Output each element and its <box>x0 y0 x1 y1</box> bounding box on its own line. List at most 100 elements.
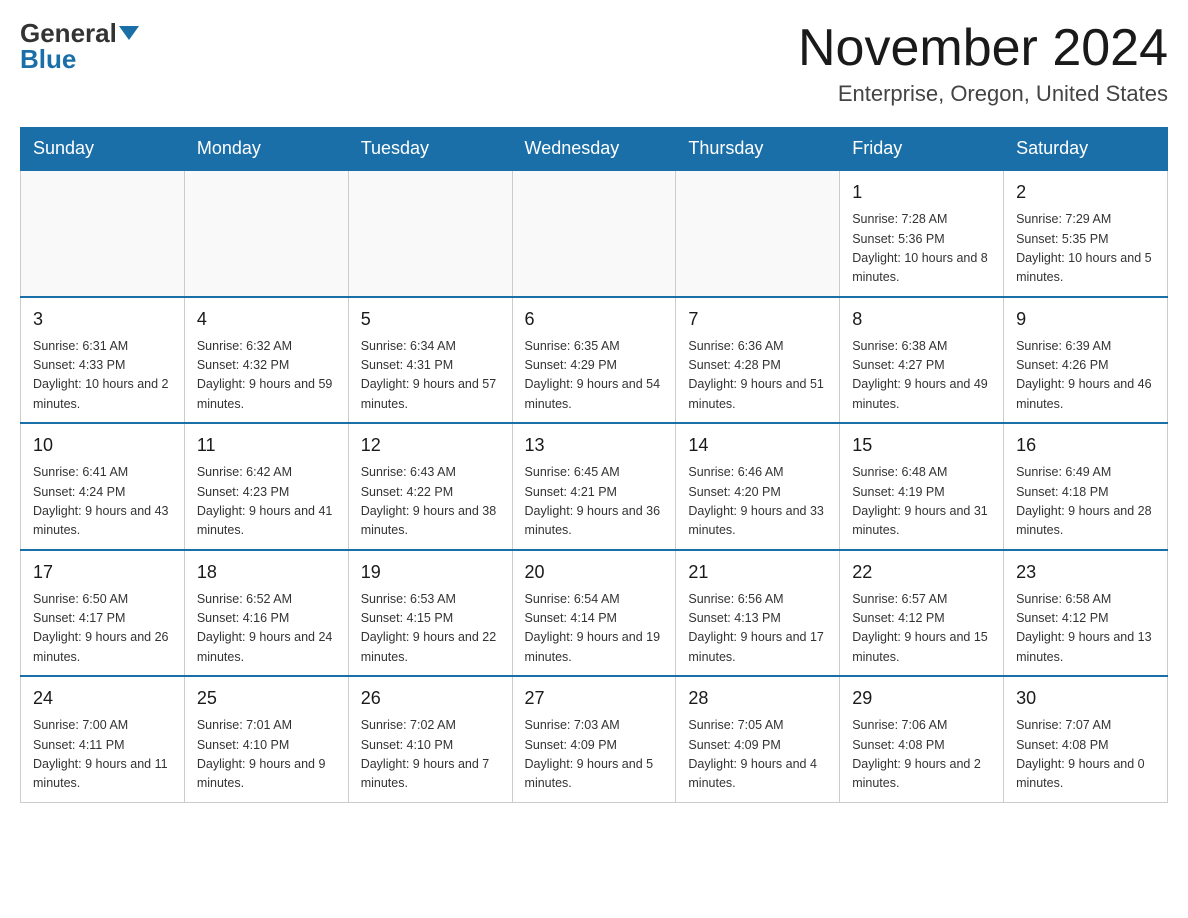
calendar-table: SundayMondayTuesdayWednesdayThursdayFrid… <box>20 127 1168 803</box>
calendar-day-cell: 21 Sunrise: 6:56 AM Sunset: 4:13 PM Dayli… <box>676 550 840 677</box>
day-number: 15 <box>852 432 991 459</box>
calendar-day-cell: 13 Sunrise: 6:45 AM Sunset: 4:21 PM Dayli… <box>512 423 676 550</box>
calendar-day-cell: 20 Sunrise: 6:54 AM Sunset: 4:14 PM Dayli… <box>512 550 676 677</box>
calendar-day-cell: 2Sunrise: 7:29 AM Sunset: 5:35 PM Daylig… <box>1004 170 1168 297</box>
day-number: 25 <box>197 685 336 712</box>
day-number: 12 <box>361 432 500 459</box>
day-number: 8 <box>852 306 991 333</box>
calendar-day-cell <box>21 170 185 297</box>
day-info: Sunrise: 6:35 AM Sunset: 4:29 PM Dayligh… <box>525 337 664 415</box>
day-info: Sunrise: 6:41 AM Sunset: 4:24 PM Dayligh… <box>33 463 172 541</box>
day-info: Sunrise: 6:58 AM Sunset: 4:12 PM Dayligh… <box>1016 590 1155 668</box>
day-number: 21 <box>688 559 827 586</box>
day-info: Sunrise: 6:52 AM Sunset: 4:16 PM Dayligh… <box>197 590 336 668</box>
calendar-day-cell: 22 Sunrise: 6:57 AM Sunset: 4:12 PM Dayli… <box>840 550 1004 677</box>
logo-general: General <box>20 20 117 46</box>
calendar-day-header: Sunday <box>21 128 185 171</box>
calendar-day-cell: 29 Sunrise: 7:06 AM Sunset: 4:08 PM Dayli… <box>840 676 1004 802</box>
day-info: Sunrise: 6:56 AM Sunset: 4:13 PM Dayligh… <box>688 590 827 668</box>
calendar-week-row: 1Sunrise: 7:28 AM Sunset: 5:36 PM Daylig… <box>21 170 1168 297</box>
day-number: 22 <box>852 559 991 586</box>
day-number: 5 <box>361 306 500 333</box>
logo-arrow-icon <box>119 26 139 40</box>
calendar-day-cell: 8 Sunrise: 6:38 AM Sunset: 4:27 PM Daylig… <box>840 297 1004 424</box>
calendar-day-cell: 10 Sunrise: 6:41 AM Sunset: 4:24 PM Dayli… <box>21 423 185 550</box>
calendar-day-cell: 25 Sunrise: 7:01 AM Sunset: 4:10 PM Dayli… <box>184 676 348 802</box>
day-number: 7 <box>688 306 827 333</box>
day-number: 30 <box>1016 685 1155 712</box>
calendar-day-cell: 11 Sunrise: 6:42 AM Sunset: 4:23 PM Dayli… <box>184 423 348 550</box>
day-number: 26 <box>361 685 500 712</box>
calendar-week-row: 24Sunrise: 7:00 AM Sunset: 4:11 PM Dayli… <box>21 676 1168 802</box>
calendar-day-cell: 17 Sunrise: 6:50 AM Sunset: 4:17 PM Dayli… <box>21 550 185 677</box>
day-info: Sunrise: 6:36 AM Sunset: 4:28 PM Dayligh… <box>688 337 827 415</box>
day-info: Sunrise: 6:49 AM Sunset: 4:18 PM Dayligh… <box>1016 463 1155 541</box>
day-info: Sunrise: 7:05 AM Sunset: 4:09 PM Dayligh… <box>688 716 827 794</box>
calendar-day-cell: 1Sunrise: 7:28 AM Sunset: 5:36 PM Daylig… <box>840 170 1004 297</box>
day-info: Sunrise: 7:01 AM Sunset: 4:10 PM Dayligh… <box>197 716 336 794</box>
calendar-day-cell: 19Sunrise: 6:53 AM Sunset: 4:15 PM Dayli… <box>348 550 512 677</box>
day-info: Sunrise: 6:46 AM Sunset: 4:20 PM Dayligh… <box>688 463 827 541</box>
day-info: Sunrise: 7:03 AM Sunset: 4:09 PM Dayligh… <box>525 716 664 794</box>
day-number: 6 <box>525 306 664 333</box>
day-info: Sunrise: 7:29 AM Sunset: 5:35 PM Dayligh… <box>1016 210 1155 288</box>
calendar-day-cell <box>512 170 676 297</box>
calendar-day-cell <box>184 170 348 297</box>
calendar-header-row: SundayMondayTuesdayWednesdayThursdayFrid… <box>21 128 1168 171</box>
day-info: Sunrise: 6:50 AM Sunset: 4:17 PM Dayligh… <box>33 590 172 668</box>
logo-blue: Blue <box>20 44 76 74</box>
day-info: Sunrise: 6:48 AM Sunset: 4:19 PM Dayligh… <box>852 463 991 541</box>
calendar-day-cell: 7 Sunrise: 6:36 AM Sunset: 4:28 PM Daylig… <box>676 297 840 424</box>
calendar-day-cell: 23 Sunrise: 6:58 AM Sunset: 4:12 PM Dayli… <box>1004 550 1168 677</box>
day-number: 28 <box>688 685 827 712</box>
calendar-day-cell: 5 Sunrise: 6:34 AM Sunset: 4:31 PM Daylig… <box>348 297 512 424</box>
calendar-week-row: 10 Sunrise: 6:41 AM Sunset: 4:24 PM Dayli… <box>21 423 1168 550</box>
day-info: Sunrise: 6:45 AM Sunset: 4:21 PM Dayligh… <box>525 463 664 541</box>
day-info: Sunrise: 6:32 AM Sunset: 4:32 PM Dayligh… <box>197 337 336 415</box>
day-info: Sunrise: 6:39 AM Sunset: 4:26 PM Dayligh… <box>1016 337 1155 415</box>
calendar-day-header: Thursday <box>676 128 840 171</box>
calendar-day-cell: 3 Sunrise: 6:31 AM Sunset: 4:33 PM Daylig… <box>21 297 185 424</box>
logo: General Blue <box>20 20 139 73</box>
day-info: Sunrise: 7:06 AM Sunset: 4:08 PM Dayligh… <box>852 716 991 794</box>
calendar-day-cell: 26 Sunrise: 7:02 AM Sunset: 4:10 PM Dayli… <box>348 676 512 802</box>
day-number: 13 <box>525 432 664 459</box>
calendar-day-cell: 15 Sunrise: 6:48 AM Sunset: 4:19 PM Dayli… <box>840 423 1004 550</box>
calendar-day-cell <box>676 170 840 297</box>
calendar-day-cell: 27 Sunrise: 7:03 AM Sunset: 4:09 PM Dayli… <box>512 676 676 802</box>
day-info: Sunrise: 6:57 AM Sunset: 4:12 PM Dayligh… <box>852 590 991 668</box>
calendar-day-cell: 14 Sunrise: 6:46 AM Sunset: 4:20 PM Dayli… <box>676 423 840 550</box>
calendar-day-header: Friday <box>840 128 1004 171</box>
calendar-day-header: Monday <box>184 128 348 171</box>
calendar-day-cell: 30 Sunrise: 7:07 AM Sunset: 4:08 PM Dayli… <box>1004 676 1168 802</box>
calendar-day-cell: 9Sunrise: 6:39 AM Sunset: 4:26 PM Daylig… <box>1004 297 1168 424</box>
calendar-day-cell: 6 Sunrise: 6:35 AM Sunset: 4:29 PM Daylig… <box>512 297 676 424</box>
day-info: Sunrise: 6:31 AM Sunset: 4:33 PM Dayligh… <box>33 337 172 415</box>
page-title: November 2024 <box>798 20 1168 77</box>
calendar-day-cell: 16Sunrise: 6:49 AM Sunset: 4:18 PM Dayli… <box>1004 423 1168 550</box>
day-number: 27 <box>525 685 664 712</box>
calendar-day-header: Tuesday <box>348 128 512 171</box>
day-info: Sunrise: 7:07 AM Sunset: 4:08 PM Dayligh… <box>1016 716 1155 794</box>
day-number: 19 <box>361 559 500 586</box>
day-number: 20 <box>525 559 664 586</box>
day-info: Sunrise: 7:02 AM Sunset: 4:10 PM Dayligh… <box>361 716 500 794</box>
day-info: Sunrise: 6:42 AM Sunset: 4:23 PM Dayligh… <box>197 463 336 541</box>
calendar-week-row: 3 Sunrise: 6:31 AM Sunset: 4:33 PM Daylig… <box>21 297 1168 424</box>
calendar-day-header: Saturday <box>1004 128 1168 171</box>
day-number: 23 <box>1016 559 1155 586</box>
calendar-day-cell: 18Sunrise: 6:52 AM Sunset: 4:16 PM Dayli… <box>184 550 348 677</box>
day-number: 14 <box>688 432 827 459</box>
day-number: 24 <box>33 685 172 712</box>
calendar-day-cell: 24Sunrise: 7:00 AM Sunset: 4:11 PM Dayli… <box>21 676 185 802</box>
day-number: 17 <box>33 559 172 586</box>
day-number: 10 <box>33 432 172 459</box>
day-info: Sunrise: 6:54 AM Sunset: 4:14 PM Dayligh… <box>525 590 664 668</box>
day-number: 11 <box>197 432 336 459</box>
calendar-day-cell: 12Sunrise: 6:43 AM Sunset: 4:22 PM Dayli… <box>348 423 512 550</box>
day-number: 29 <box>852 685 991 712</box>
day-info: Sunrise: 6:38 AM Sunset: 4:27 PM Dayligh… <box>852 337 991 415</box>
day-number: 3 <box>33 306 172 333</box>
day-number: 1 <box>852 179 991 206</box>
day-info: Sunrise: 6:34 AM Sunset: 4:31 PM Dayligh… <box>361 337 500 415</box>
